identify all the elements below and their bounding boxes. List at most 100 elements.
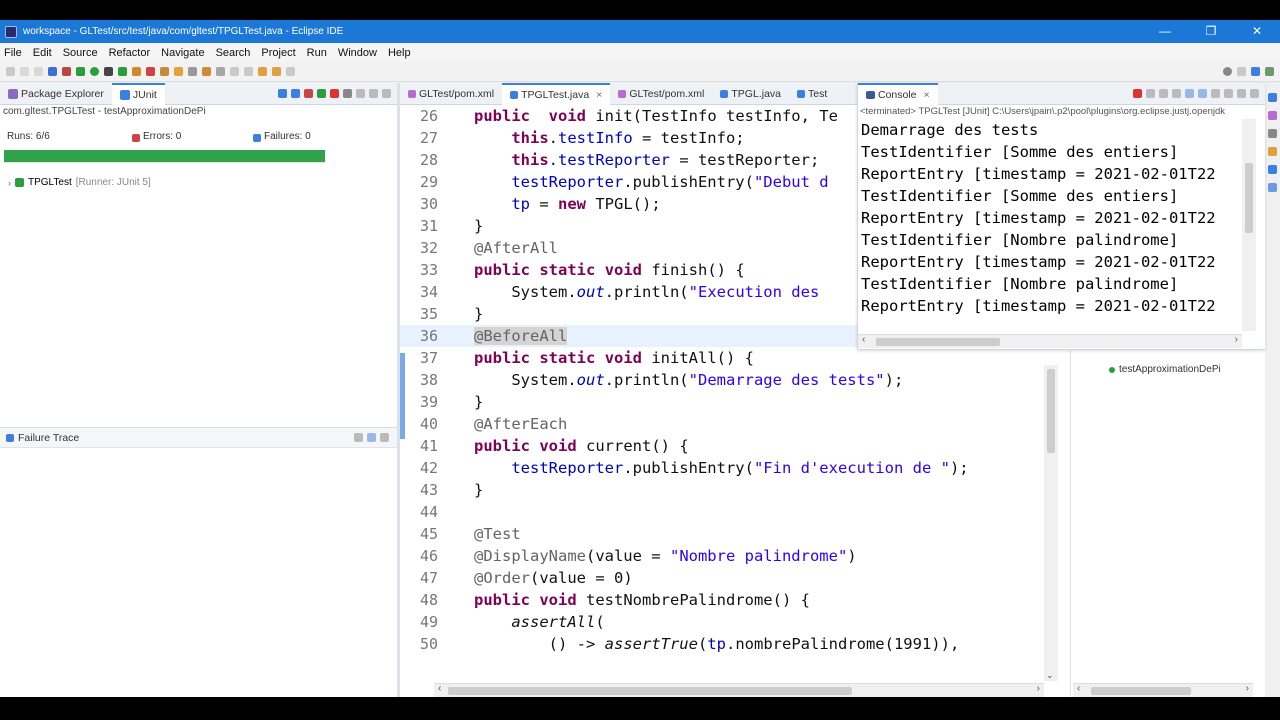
- editor-vertical-scroll-thumb[interactable]: [1047, 369, 1055, 453]
- code-line[interactable]: 42 testReporter.publishEntry("Fin d'exec…: [400, 457, 1070, 479]
- forward-icon[interactable]: [272, 67, 281, 76]
- menu-file[interactable]: File: [4, 47, 22, 59]
- save-icon[interactable]: [20, 67, 29, 76]
- code-line[interactable]: 49 assertAll(: [400, 611, 1070, 633]
- new-package-icon[interactable]: [160, 67, 169, 76]
- scroll-down-icon[interactable]: ⌄: [1046, 670, 1054, 681]
- remove-all-icon[interactable]: [1159, 89, 1168, 98]
- pin-console-icon[interactable]: [1211, 89, 1220, 98]
- annotation-next-icon[interactable]: [230, 67, 239, 76]
- minimize-button[interactable]: —: [1142, 20, 1188, 43]
- code-line[interactable]: 46 @DisplayName(value = "Nombre palindrom…: [400, 545, 1070, 567]
- tab-tpgl-java[interactable]: TPGL.java: [712, 83, 789, 105]
- trace-menu-icon[interactable]: [380, 433, 389, 442]
- display-console-icon[interactable]: [1224, 89, 1233, 98]
- debug-config-icon[interactable]: [48, 67, 57, 76]
- history-icon[interactable]: [343, 89, 352, 98]
- scroll-left-icon[interactable]: ‹: [862, 334, 865, 345]
- run-dropdown-icon[interactable]: [104, 67, 113, 76]
- quick-access-search-icon[interactable]: [1223, 67, 1232, 76]
- scroll-lock-icon[interactable]: [1185, 89, 1194, 98]
- scroll-left-icon[interactable]: ‹: [438, 683, 441, 694]
- code-line[interactable]: 50 () -> assertTrue(tp.nombrePalindrome(…: [400, 633, 1070, 655]
- menu-source[interactable]: Source: [63, 47, 98, 59]
- stop-icon[interactable]: [330, 89, 339, 98]
- terminate-icon[interactable]: [1133, 89, 1142, 98]
- code-line[interactable]: 41 public void current() {: [400, 435, 1070, 457]
- filter-trace-icon[interactable]: [354, 433, 363, 442]
- tab-package-explorer[interactable]: Package Explorer: [0, 83, 112, 105]
- console-output[interactable]: Demarrage des tests TestIdentifier [Somme…: [861, 119, 1216, 317]
- declaration-icon[interactable]: [1268, 165, 1277, 174]
- code-line[interactable]: 37 public static void initAll() {: [400, 347, 1070, 369]
- tab-junit[interactable]: JUnit: [111, 83, 165, 105]
- scroll-left-icon[interactable]: ‹: [1077, 683, 1080, 694]
- console-horizontal-scrollbar[interactable]: ‹ ›: [858, 334, 1242, 348]
- javadoc-icon[interactable]: [1268, 147, 1277, 156]
- clear-console-icon[interactable]: [1172, 89, 1181, 98]
- outline-scroll-thumb[interactable]: [1091, 687, 1191, 695]
- code-line[interactable]: 47 @Order(value = 0): [400, 567, 1070, 589]
- menu-refactor[interactable]: Refactor: [109, 47, 151, 59]
- tab-console[interactable]: Console ×: [858, 83, 938, 105]
- tab-tpgltest-java[interactable]: TPGLTest.java ×: [502, 83, 611, 105]
- pin-editor-icon[interactable]: [286, 67, 295, 76]
- menu-search[interactable]: Search: [216, 47, 251, 59]
- editor-vertical-scrollbar[interactable]: ⌄: [1044, 365, 1058, 681]
- close-button[interactable]: ✕: [1234, 20, 1280, 43]
- open-console-icon[interactable]: [1237, 89, 1246, 98]
- word-wrap-icon[interactable]: [1198, 89, 1207, 98]
- console-vertical-scrollbar[interactable]: [1242, 119, 1256, 331]
- new-class-icon[interactable]: [174, 67, 183, 76]
- console-restore-icon[interactable]: [1268, 183, 1277, 192]
- maximize-button[interactable]: ❐: [1188, 20, 1234, 43]
- menu-edit[interactable]: Edit: [33, 47, 52, 59]
- annotation-prev-icon[interactable]: [244, 67, 253, 76]
- save-all-icon[interactable]: [34, 67, 43, 76]
- show-failures-only-icon[interactable]: [304, 89, 313, 98]
- close-console-icon[interactable]: ×: [924, 86, 930, 104]
- compare-result-icon[interactable]: [367, 433, 376, 442]
- menu-window[interactable]: Window: [338, 47, 377, 59]
- new-java-project-icon[interactable]: [146, 67, 155, 76]
- debug-perspective-icon[interactable]: [1265, 67, 1274, 76]
- minimize-view-icon[interactable]: [369, 89, 378, 98]
- code-line[interactable]: 39}: [400, 391, 1070, 413]
- code-line[interactable]: 44: [400, 501, 1070, 523]
- open-type-icon[interactable]: [188, 67, 197, 76]
- test-tree-row[interactable]: › TPGLTest [Runner: JUnit 5]: [8, 177, 151, 188]
- back-icon[interactable]: [258, 67, 267, 76]
- next-failure-icon[interactable]: [278, 89, 287, 98]
- open-perspective-icon[interactable]: [1237, 67, 1246, 76]
- coverage-icon[interactable]: [118, 67, 127, 76]
- menu-help[interactable]: Help: [388, 47, 411, 59]
- maximize-view-icon[interactable]: [382, 89, 391, 98]
- scroll-right-icon[interactable]: ›: [1037, 683, 1040, 694]
- debug-icon[interactable]: [76, 67, 85, 76]
- outline-horizontal-scrollbar[interactable]: ‹ ›: [1073, 683, 1253, 697]
- console-menu-icon[interactable]: [1250, 89, 1259, 98]
- external-tools-icon[interactable]: [132, 67, 141, 76]
- tab-test[interactable]: Test: [789, 83, 835, 105]
- code-line[interactable]: 38 System.out.println("Demarrage des tes…: [400, 369, 1070, 391]
- scroll-right-icon[interactable]: ›: [1235, 334, 1238, 345]
- menu-project[interactable]: Project: [261, 47, 295, 59]
- close-tab-icon[interactable]: ×: [596, 86, 602, 104]
- code-line[interactable]: 48 public void testNombrePalindrome() {: [400, 589, 1070, 611]
- expand-chevron-icon[interactable]: ›: [8, 178, 11, 188]
- tab-gltest-pom-1[interactable]: GLTest/pom.xml: [400, 83, 502, 105]
- search-icon[interactable]: [202, 67, 211, 76]
- prev-failure-icon[interactable]: [291, 89, 300, 98]
- code-line[interactable]: 43}: [400, 479, 1070, 501]
- tab-gltest-pom-2[interactable]: GLTest/pom.xml: [610, 83, 712, 105]
- code-line[interactable]: 40 @AfterEach: [400, 413, 1070, 435]
- restore-outline-icon[interactable]: [1268, 93, 1277, 102]
- scroll-right-icon[interactable]: ›: [1246, 683, 1249, 694]
- run-icon[interactable]: [90, 67, 99, 76]
- toggle-mark-icon[interactable]: [216, 67, 225, 76]
- rerun-icon[interactable]: [317, 89, 326, 98]
- editor-horizontal-scrollbar[interactable]: ‹ ›: [434, 683, 1044, 697]
- new-icon[interactable]: [6, 67, 15, 76]
- console-horizontal-scroll-thumb[interactable]: [876, 338, 1000, 346]
- view-menu-icon[interactable]: [356, 89, 365, 98]
